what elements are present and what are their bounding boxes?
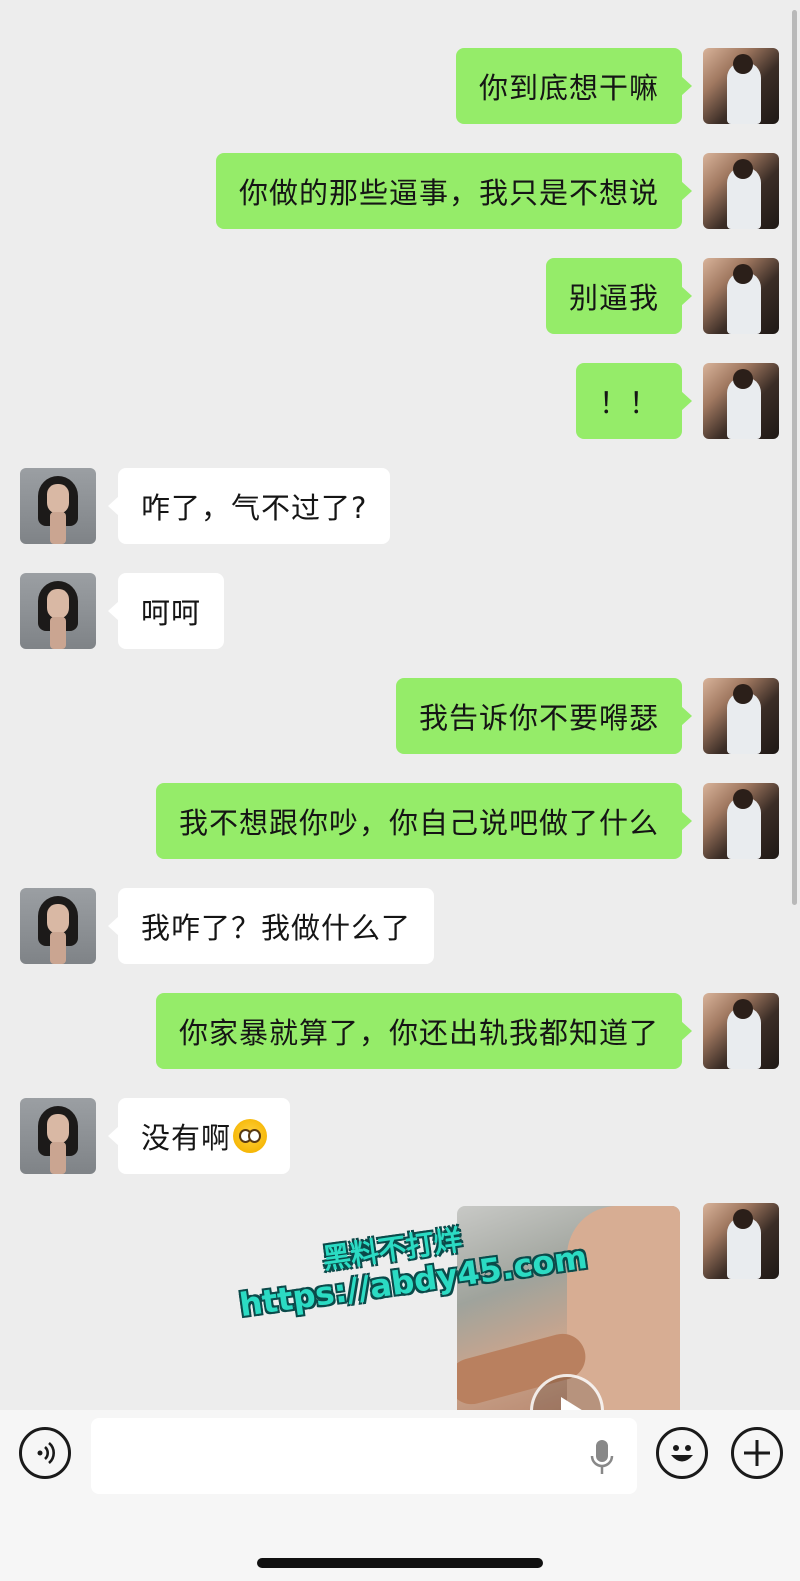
flushed-face-emoji-icon [233, 1119, 268, 1153]
contact-avatar[interactable] [20, 888, 96, 964]
message-input[interactable] [91, 1418, 637, 1494]
message-bubble-received[interactable]: 呵呵 [107, 573, 225, 649]
message-bubble-received[interactable]: 咋了，气不过了? [107, 468, 391, 544]
my-avatar[interactable] [703, 1203, 779, 1279]
message-bubble-received[interactable]: 没有啊 [107, 1098, 291, 1174]
message-bubble-sent[interactable]: 你到底想干嘛 [455, 48, 693, 124]
voice-button[interactable] [19, 1427, 71, 1479]
message-bubble-sent[interactable]: 你做的那些逼事，我只是不想说 [215, 153, 693, 229]
my-avatar[interactable] [703, 993, 779, 1069]
chat-area[interactable]: 你到底想干嘛 你做的那些逼事，我只是不想说 别逼我 ！！ 咋了，气不过了? 呵呵… [0, 0, 800, 1410]
message-text: 我咋了？我做什么了 [141, 911, 412, 945]
message-text: 没有啊 [141, 1121, 232, 1155]
message-bubble-received[interactable]: 我咋了？我做什么了 [107, 888, 435, 964]
message-text: 咋了，气不过了? [141, 491, 368, 525]
plus-icon [744, 1440, 770, 1466]
emoji-button[interactable] [656, 1427, 708, 1479]
my-avatar[interactable] [703, 153, 779, 229]
message-bubble-sent[interactable]: ！！ [575, 363, 693, 439]
message-text: 呵呵 [141, 596, 202, 630]
message-text: 你到底想干嘛 [478, 71, 659, 105]
input-bar [0, 1410, 800, 1581]
message-text: 别逼我 [568, 281, 659, 315]
message-bubble-sent[interactable]: 我告诉你不要嘚瑟 [395, 678, 693, 754]
contact-avatar[interactable] [20, 468, 96, 544]
contact-avatar[interactable] [20, 573, 96, 649]
video-message-thumbnail[interactable] [457, 1206, 680, 1410]
microphone-icon[interactable] [590, 1438, 614, 1476]
message-text: ！！ [598, 386, 659, 420]
message-text: 你家暴就算了，你还出轨我都知道了 [178, 1016, 659, 1050]
message-bubble-sent[interactable]: 你家暴就算了，你还出轨我都知道了 [155, 993, 693, 1069]
emoji-icon [671, 1445, 693, 1462]
message-bubble-sent[interactable]: 别逼我 [545, 258, 693, 334]
my-avatar[interactable] [703, 258, 779, 334]
home-indicator [257, 1558, 543, 1568]
plus-button[interactable] [731, 1427, 783, 1479]
message-text: 我不想跟你吵，你自己说吧做了什么 [178, 806, 659, 840]
my-avatar[interactable] [703, 783, 779, 859]
my-avatar[interactable] [703, 48, 779, 124]
message-text: 我告诉你不要嘚瑟 [418, 701, 659, 735]
watermark-line-1: 黑料不打烊 [320, 1223, 464, 1276]
voice-icon [37, 1442, 55, 1464]
contact-avatar[interactable] [20, 1098, 96, 1174]
message-text: 你做的那些逼事，我只是不想说 [238, 176, 659, 210]
my-avatar[interactable] [703, 363, 779, 439]
message-bubble-sent[interactable]: 我不想跟你吵，你自己说吧做了什么 [155, 783, 693, 859]
scrollbar[interactable] [792, 10, 797, 905]
my-avatar[interactable] [703, 678, 779, 754]
